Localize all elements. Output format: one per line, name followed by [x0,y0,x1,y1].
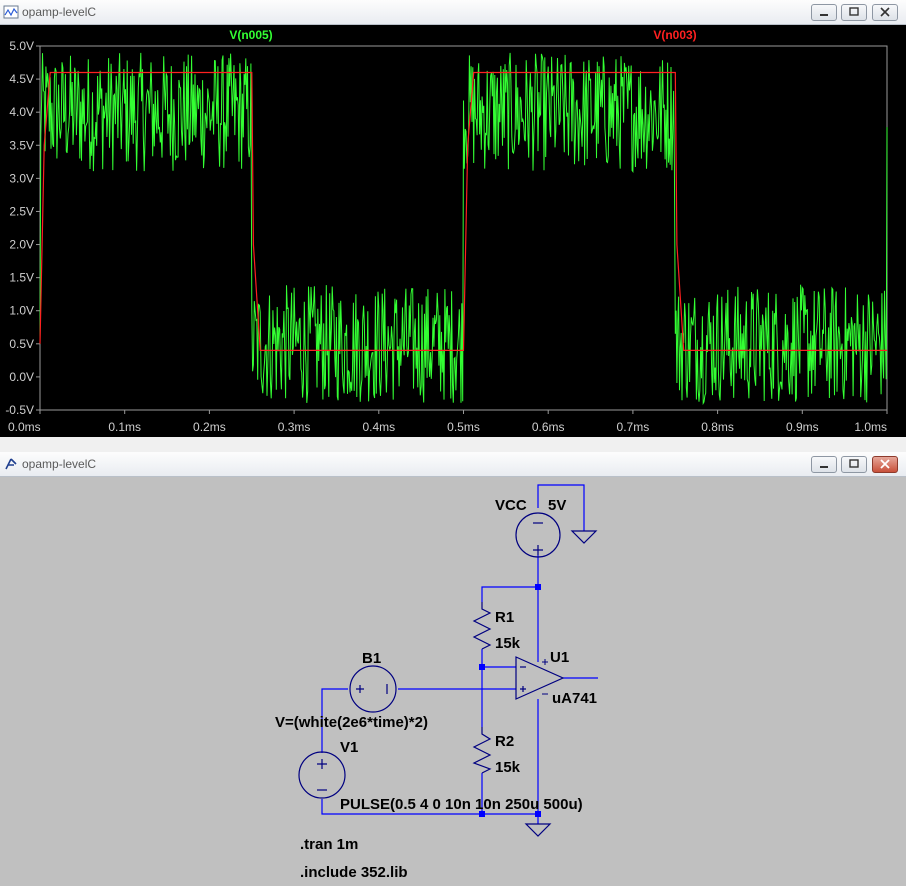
close-icon [880,7,890,17]
waveform-app-icon [3,5,19,19]
schematic-window-title: opamp-levelC [22,457,97,471]
y-tick-label: 3.5V [9,138,34,152]
junction-inverting [479,664,485,670]
y-tick-label: 1.5V [9,271,34,285]
schematic-background [0,477,906,886]
b1-name-label[interactable]: B1 [362,650,381,667]
minimize-icon [820,14,828,16]
y-tick-label: 2.0V [9,238,34,252]
y-tick-label: 5.0V [9,39,34,53]
maximize-icon [849,7,859,16]
x-tick-label: 0.2ms [193,420,226,434]
vcc-value-label[interactable]: 5V [548,497,566,514]
close-icon [880,459,890,469]
legend-v-n005[interactable]: V(n005) [229,28,272,42]
r1-value-label[interactable]: 15k [495,635,521,652]
vcc-name-label[interactable]: VCC [495,497,527,514]
u1-name-label[interactable]: U1 [550,649,569,666]
v1-name-label[interactable]: V1 [340,739,358,756]
x-tick-label: 0.7ms [617,420,650,434]
waveform-minimize-button[interactable] [811,4,837,21]
x-tick-label: 0.8ms [701,420,734,434]
x-tick-label: 0.6ms [532,420,565,434]
y-tick-label: 4.0V [9,105,34,119]
y-tick-label: 4.5V [9,72,34,86]
waveform-window-title: opamp-levelC [22,5,97,19]
schematic-app-icon [5,458,17,470]
v1-expression-label[interactable]: PULSE(0.5 4 0 10n 10n 250u 500u) [340,796,583,813]
legend-v-n003[interactable]: V(n003) [653,28,696,42]
schematic-canvas[interactable]: VCC 5V R1 15k R2 15k U1 uA741 B1 V=(whit… [0,477,906,886]
schematic-titlebar[interactable]: opamp-levelC [0,452,906,477]
x-tick-label: 0.5ms [447,420,480,434]
schematic-window: opamp-levelC VCC 5V R1 15k R2 15k U1 uA7… [0,452,906,886]
r1-name-label[interactable]: R1 [495,609,514,626]
waveform-titlebar[interactable]: opamp-levelC [0,0,906,25]
y-tick-label: 2.5V [9,204,34,218]
x-tick-label: 0.0ms [8,420,41,434]
y-tick-label: 1.0V [9,304,34,318]
y-tick-label: -0.5V [5,403,34,417]
x-tick-label: 0.3ms [278,420,311,434]
x-tick-label: 1.0ms [854,420,887,434]
y-tick-label: 0.5V [9,337,34,351]
x-tick-label: 0.4ms [362,420,395,434]
waveform-close-button[interactable] [872,4,898,21]
maximize-icon [849,459,859,468]
r2-value-label[interactable]: 15k [495,759,521,776]
junction-supply [535,584,541,590]
waveform-maximize-button[interactable] [841,4,867,21]
window-divider [0,437,906,452]
y-tick-label: 3.0V [9,171,34,185]
waveform-window: opamp-levelC 5.0V 4.5V 4.0V 3.5V 3.0V 2.5V 2.0… [0,0,906,437]
r2-name-label[interactable]: R2 [495,733,514,750]
y-tick-label: 0.0V [9,370,34,384]
schematic-maximize-button[interactable] [841,456,867,473]
b1-expression-label[interactable]: V=(white(2e6*time)*2) [275,714,428,731]
minimize-icon [820,466,828,468]
schematic-minimize-button[interactable] [811,456,837,473]
x-tick-label: 0.9ms [786,420,819,434]
tran-directive[interactable]: .tran 1m [300,836,358,853]
schematic-close-button[interactable] [872,456,898,473]
include-directive[interactable]: .include 352.lib [300,864,408,881]
x-tick-label: 0.1ms [108,420,141,434]
waveform-plot[interactable]: 5.0V 4.5V 4.0V 3.5V 3.0V 2.5V 2.0V 1.5V 1.0V 0.5V… [0,25,906,437]
u1-model-label[interactable]: uA741 [552,690,597,707]
